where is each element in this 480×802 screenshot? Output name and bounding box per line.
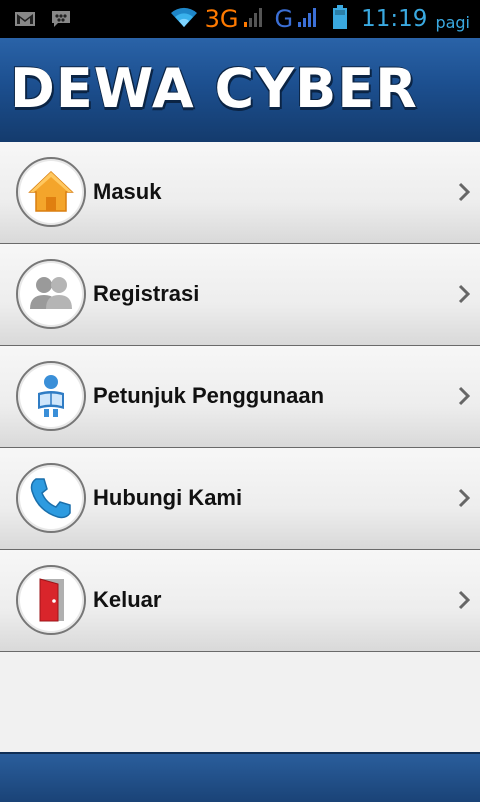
menu-item-label: Masuk: [93, 179, 162, 204]
app-title: DEWA CYBER: [10, 57, 418, 120]
home-icon: [28, 170, 74, 212]
network-3g-label: 3G: [204, 5, 239, 33]
network-g-label: G: [274, 5, 294, 33]
signal-icon: [243, 6, 265, 33]
menu-item-petunjuk-penggunaan[interactable]: Petunjuk Penggunaan: [0, 346, 480, 448]
menu-item-registrasi[interactable]: Registrasi: [0, 244, 480, 346]
menu-item-label: Petunjuk Penggunaan: [93, 383, 325, 408]
chevron-right-icon: [458, 386, 470, 406]
status-bar: 3G G 11:19 pagi: [0, 0, 480, 38]
menu-item-label: Registrasi: [93, 281, 200, 306]
chevron-right-icon: [458, 284, 470, 304]
menu-item-hubungi-kami[interactable]: Hubungi Kami: [0, 448, 480, 550]
chevron-right-icon: [458, 488, 470, 508]
menu-icon-frame: [16, 463, 86, 533]
gmail-icon: [14, 10, 36, 33]
bottom-bar: [0, 752, 480, 802]
chevron-right-icon: [458, 182, 470, 202]
menu-icon-frame: [16, 157, 86, 227]
wifi-icon: [169, 6, 199, 33]
bbm-icon: [50, 9, 72, 34]
battery-icon: [333, 4, 348, 34]
menu-item-keluar[interactable]: Keluar: [0, 550, 480, 652]
menu-icon-frame: [16, 565, 86, 635]
main-menu: Masuk Registrasi Petunjuk Penggunaan Hub…: [0, 142, 480, 652]
app-header: DEWA CYBER: [0, 38, 480, 142]
chevron-right-icon: [458, 590, 470, 610]
menu-icon-frame: [16, 259, 86, 329]
users-icon: [30, 277, 72, 309]
phone-icon: [30, 478, 71, 519]
signal-icon: [297, 6, 319, 33]
clock-suffix: pagi: [435, 12, 470, 32]
clock: 11:19: [361, 6, 428, 32]
reading-person-icon: [38, 375, 64, 417]
menu-item-label: Hubungi Kami: [93, 485, 243, 510]
exit-door-icon: [39, 578, 64, 622]
menu-item-label: Keluar: [93, 587, 162, 612]
menu-item-masuk[interactable]: Masuk: [0, 142, 480, 244]
menu-icon-frame: [16, 361, 86, 431]
